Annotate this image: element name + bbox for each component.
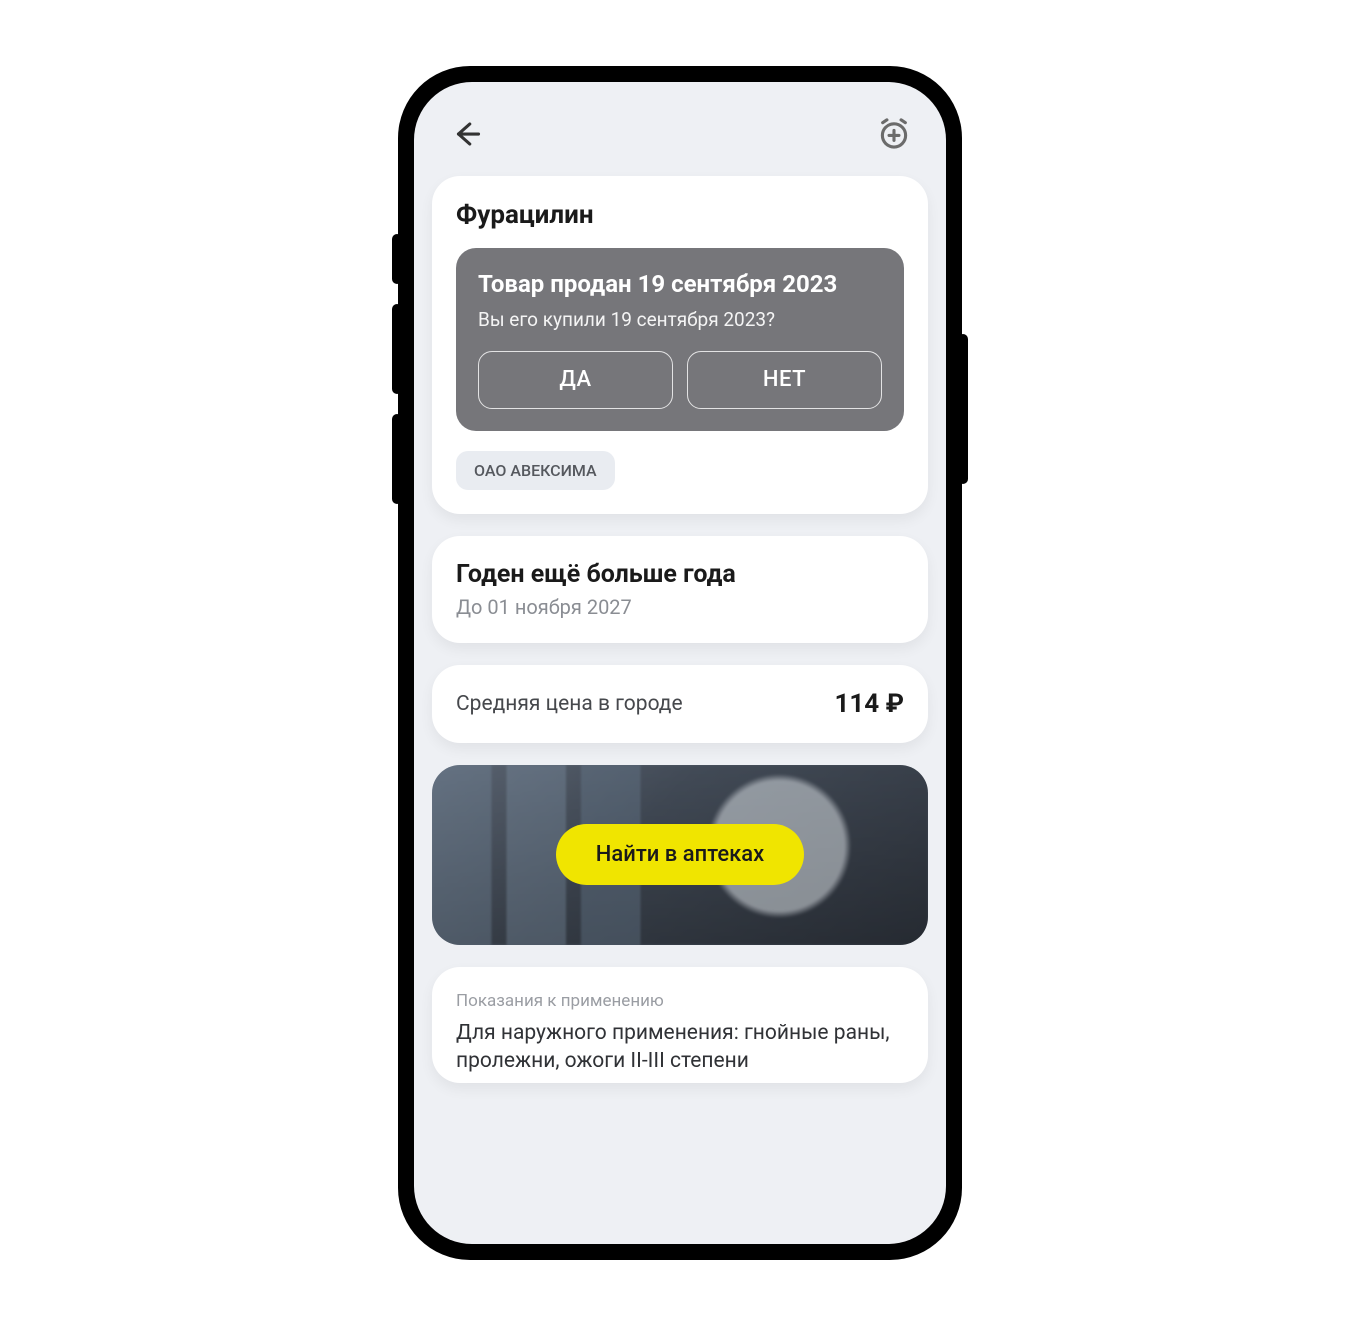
add-alarm-button[interactable]	[872, 112, 916, 156]
pharmacy-banner: Найти в аптеках	[432, 765, 928, 945]
product-card: Фурацилин Товар продан 19 сентября 2023 …	[432, 176, 928, 514]
expiry-card: Годен ещё больше года До 01 ноября 2027	[432, 536, 928, 643]
back-arrow-icon	[451, 119, 481, 149]
header-bar	[414, 112, 946, 176]
side-button	[392, 414, 402, 504]
sold-panel: Товар продан 19 сентября 2023 Вы его куп…	[456, 248, 904, 431]
back-button[interactable]	[444, 112, 488, 156]
sold-title: Товар продан 19 сентября 2023	[478, 270, 882, 298]
find-pharmacies-button[interactable]: Найти в аптеках	[556, 824, 804, 885]
product-name: Фурацилин	[456, 200, 904, 230]
indications-label: Показания к применению	[456, 991, 904, 1011]
indications-card: Показания к применению Для наружного при…	[432, 967, 928, 1084]
manufacturer-chip[interactable]: ОАО АВЕКСИМА	[456, 451, 615, 490]
alarm-add-icon	[877, 117, 911, 151]
expiry-subtitle: До 01 ноября 2027	[456, 595, 904, 619]
indications-text: Для наружного применения: гнойные раны, …	[456, 1019, 904, 1076]
side-button	[392, 234, 402, 284]
yes-button[interactable]: ДА	[478, 351, 673, 409]
no-button[interactable]: НЕТ	[687, 351, 882, 409]
phone-frame: Фурацилин Товар продан 19 сентября 2023 …	[400, 68, 960, 1258]
price-card: Средняя цена в городе 114 ₽	[432, 665, 928, 743]
sold-subtitle: Вы его купили 19 сентября 2023?	[478, 308, 882, 331]
expiry-title: Годен ещё больше года	[456, 560, 904, 589]
price-label: Средняя цена в городе	[456, 692, 683, 716]
side-button	[958, 334, 968, 484]
side-button	[392, 304, 402, 394]
price-value: 114 ₽	[834, 689, 904, 719]
screen-viewport: Фурацилин Товар продан 19 сентября 2023 …	[414, 82, 946, 1244]
